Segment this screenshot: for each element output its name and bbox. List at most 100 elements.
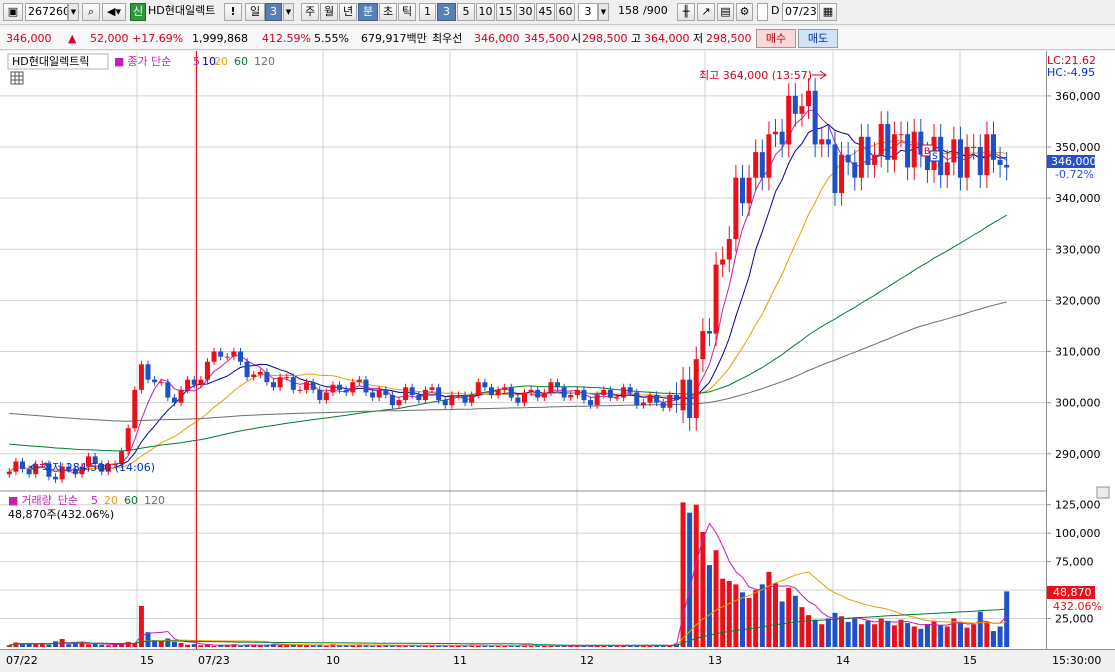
interval-30-button[interactable]: 30 [516, 3, 535, 21]
bar-count-input[interactable]: 158 [613, 3, 641, 21]
candle-body [383, 389, 389, 395]
volume-bar [6, 645, 12, 647]
window-icon[interactable]: ▣ [3, 3, 23, 21]
volume-bar [198, 645, 204, 647]
candle-body [297, 389, 303, 391]
price-tag: 346,000 [1051, 155, 1097, 168]
candle-body [317, 389, 323, 401]
interval-15-button[interactable]: 15 [496, 3, 515, 21]
volume-bar [759, 584, 765, 647]
candle-body [647, 394, 653, 403]
candle-body [462, 394, 468, 403]
time-tick-label: 11 [453, 654, 467, 667]
interval-dropdown[interactable]: ▼ [598, 3, 609, 21]
day-count-dropdown[interactable]: ▼ [283, 3, 294, 21]
candle-body [304, 382, 310, 390]
candle-body [145, 364, 151, 380]
interval-10-button[interactable]: 10 [476, 3, 495, 21]
week-button[interactable]: 주 [301, 3, 319, 21]
candle-type-icon[interactable]: ╫ [677, 3, 695, 21]
table-icon[interactable] [10, 71, 24, 85]
time-tick-label: 14 [836, 654, 850, 667]
volume-bar [766, 571, 772, 647]
date-input[interactable]: 07/23 [782, 3, 818, 21]
candle-body [977, 147, 983, 176]
candle-body [488, 387, 494, 395]
draw-tool-icon[interactable]: ↗ [697, 3, 715, 21]
volume-bar [891, 625, 897, 647]
candle-body [799, 106, 805, 114]
candle-body [905, 134, 911, 168]
candle-body [290, 377, 296, 390]
pane-collapse-icon[interactable] [1096, 486, 1110, 499]
volume-tick-label: 75,000 [1055, 556, 1094, 569]
month-button[interactable]: 월 [320, 3, 338, 21]
up-arrow-icon: ▲ [68, 32, 77, 45]
volume-bar [720, 578, 726, 647]
volume-bar [185, 644, 191, 647]
volume-bar [971, 624, 977, 647]
interval-1-button[interactable]: 1 [419, 3, 436, 21]
volume-bar [621, 645, 627, 647]
second-button[interactable]: 초 [379, 3, 397, 21]
ma5-legend: 5 [193, 55, 200, 68]
open-label: 시 [571, 32, 582, 45]
candle-body [614, 397, 620, 399]
interval-3-button[interactable]: 3 [437, 3, 456, 21]
candle-body [667, 394, 673, 408]
candle-body [1004, 164, 1010, 168]
price-tick-label: 310,000 [1055, 346, 1101, 359]
year-button[interactable]: 년 [339, 3, 357, 21]
candle-body [640, 402, 646, 406]
stock-code-dropdown[interactable]: ▼ [68, 3, 79, 21]
volume-bar [733, 584, 739, 647]
volume-tick-label: 25,000 [1055, 613, 1094, 626]
candle-body [832, 144, 838, 194]
volume-bar [693, 504, 699, 647]
buy-button[interactable]: 매수 [756, 29, 796, 48]
day-count-input[interactable]: 3 [265, 3, 282, 21]
day-period-button[interactable]: 일 [245, 3, 265, 21]
candle-body [185, 379, 191, 390]
candle-body [759, 152, 765, 178]
volume-bar [99, 644, 105, 647]
volume-bar [964, 627, 970, 647]
search-icon[interactable]: ⌕ [82, 3, 100, 21]
calendar-icon[interactable]: ▦ [819, 3, 837, 21]
svg-text:B: B [924, 147, 930, 157]
candle-body [422, 389, 428, 401]
stock-code-input[interactable]: 267260 [25, 3, 68, 21]
tick-button[interactable]: 틱 [398, 3, 416, 21]
date-checkbox[interactable] [757, 3, 768, 21]
speaker-icon[interactable]: ◀▾ [102, 3, 126, 21]
interval-input[interactable]: 3 [578, 3, 598, 21]
sell-button[interactable]: 매도 [798, 29, 838, 48]
candle-body [508, 387, 514, 398]
interval-5-button[interactable]: 5 [457, 3, 475, 21]
save-icon[interactable]: ▤ [717, 3, 734, 21]
price-chart[interactable]: 360,000 350,000 340,000 330,000 320,000 310,0… [0, 51, 1115, 672]
candle-body [264, 371, 270, 383]
volume-bar [86, 644, 92, 647]
svg-text:S: S [932, 152, 938, 162]
candle-body [739, 177, 745, 204]
settings-gear-icon[interactable]: ⚙ [736, 3, 753, 21]
volume-bar [416, 645, 422, 647]
vol-ma5-legend: 5 [91, 494, 98, 507]
minute-button[interactable]: 분 [358, 3, 378, 21]
candle-body [350, 382, 356, 393]
warning-button[interactable]: ! [224, 3, 242, 21]
candle-body [363, 379, 369, 393]
candle-body [693, 359, 699, 418]
candle-body [442, 400, 448, 406]
interval-45-button[interactable]: 45 [536, 3, 555, 21]
candle-body [132, 389, 138, 429]
candle-body [152, 379, 158, 383]
volume-bar [389, 645, 395, 647]
best-bid: 345,500 [524, 32, 570, 45]
low-price: 298,500 [706, 32, 752, 45]
volume-bar [66, 644, 72, 647]
time-tick-label: 15:30:00 [1052, 654, 1101, 667]
interval-60-button[interactable]: 60 [556, 3, 575, 21]
volume-bar [158, 640, 164, 647]
